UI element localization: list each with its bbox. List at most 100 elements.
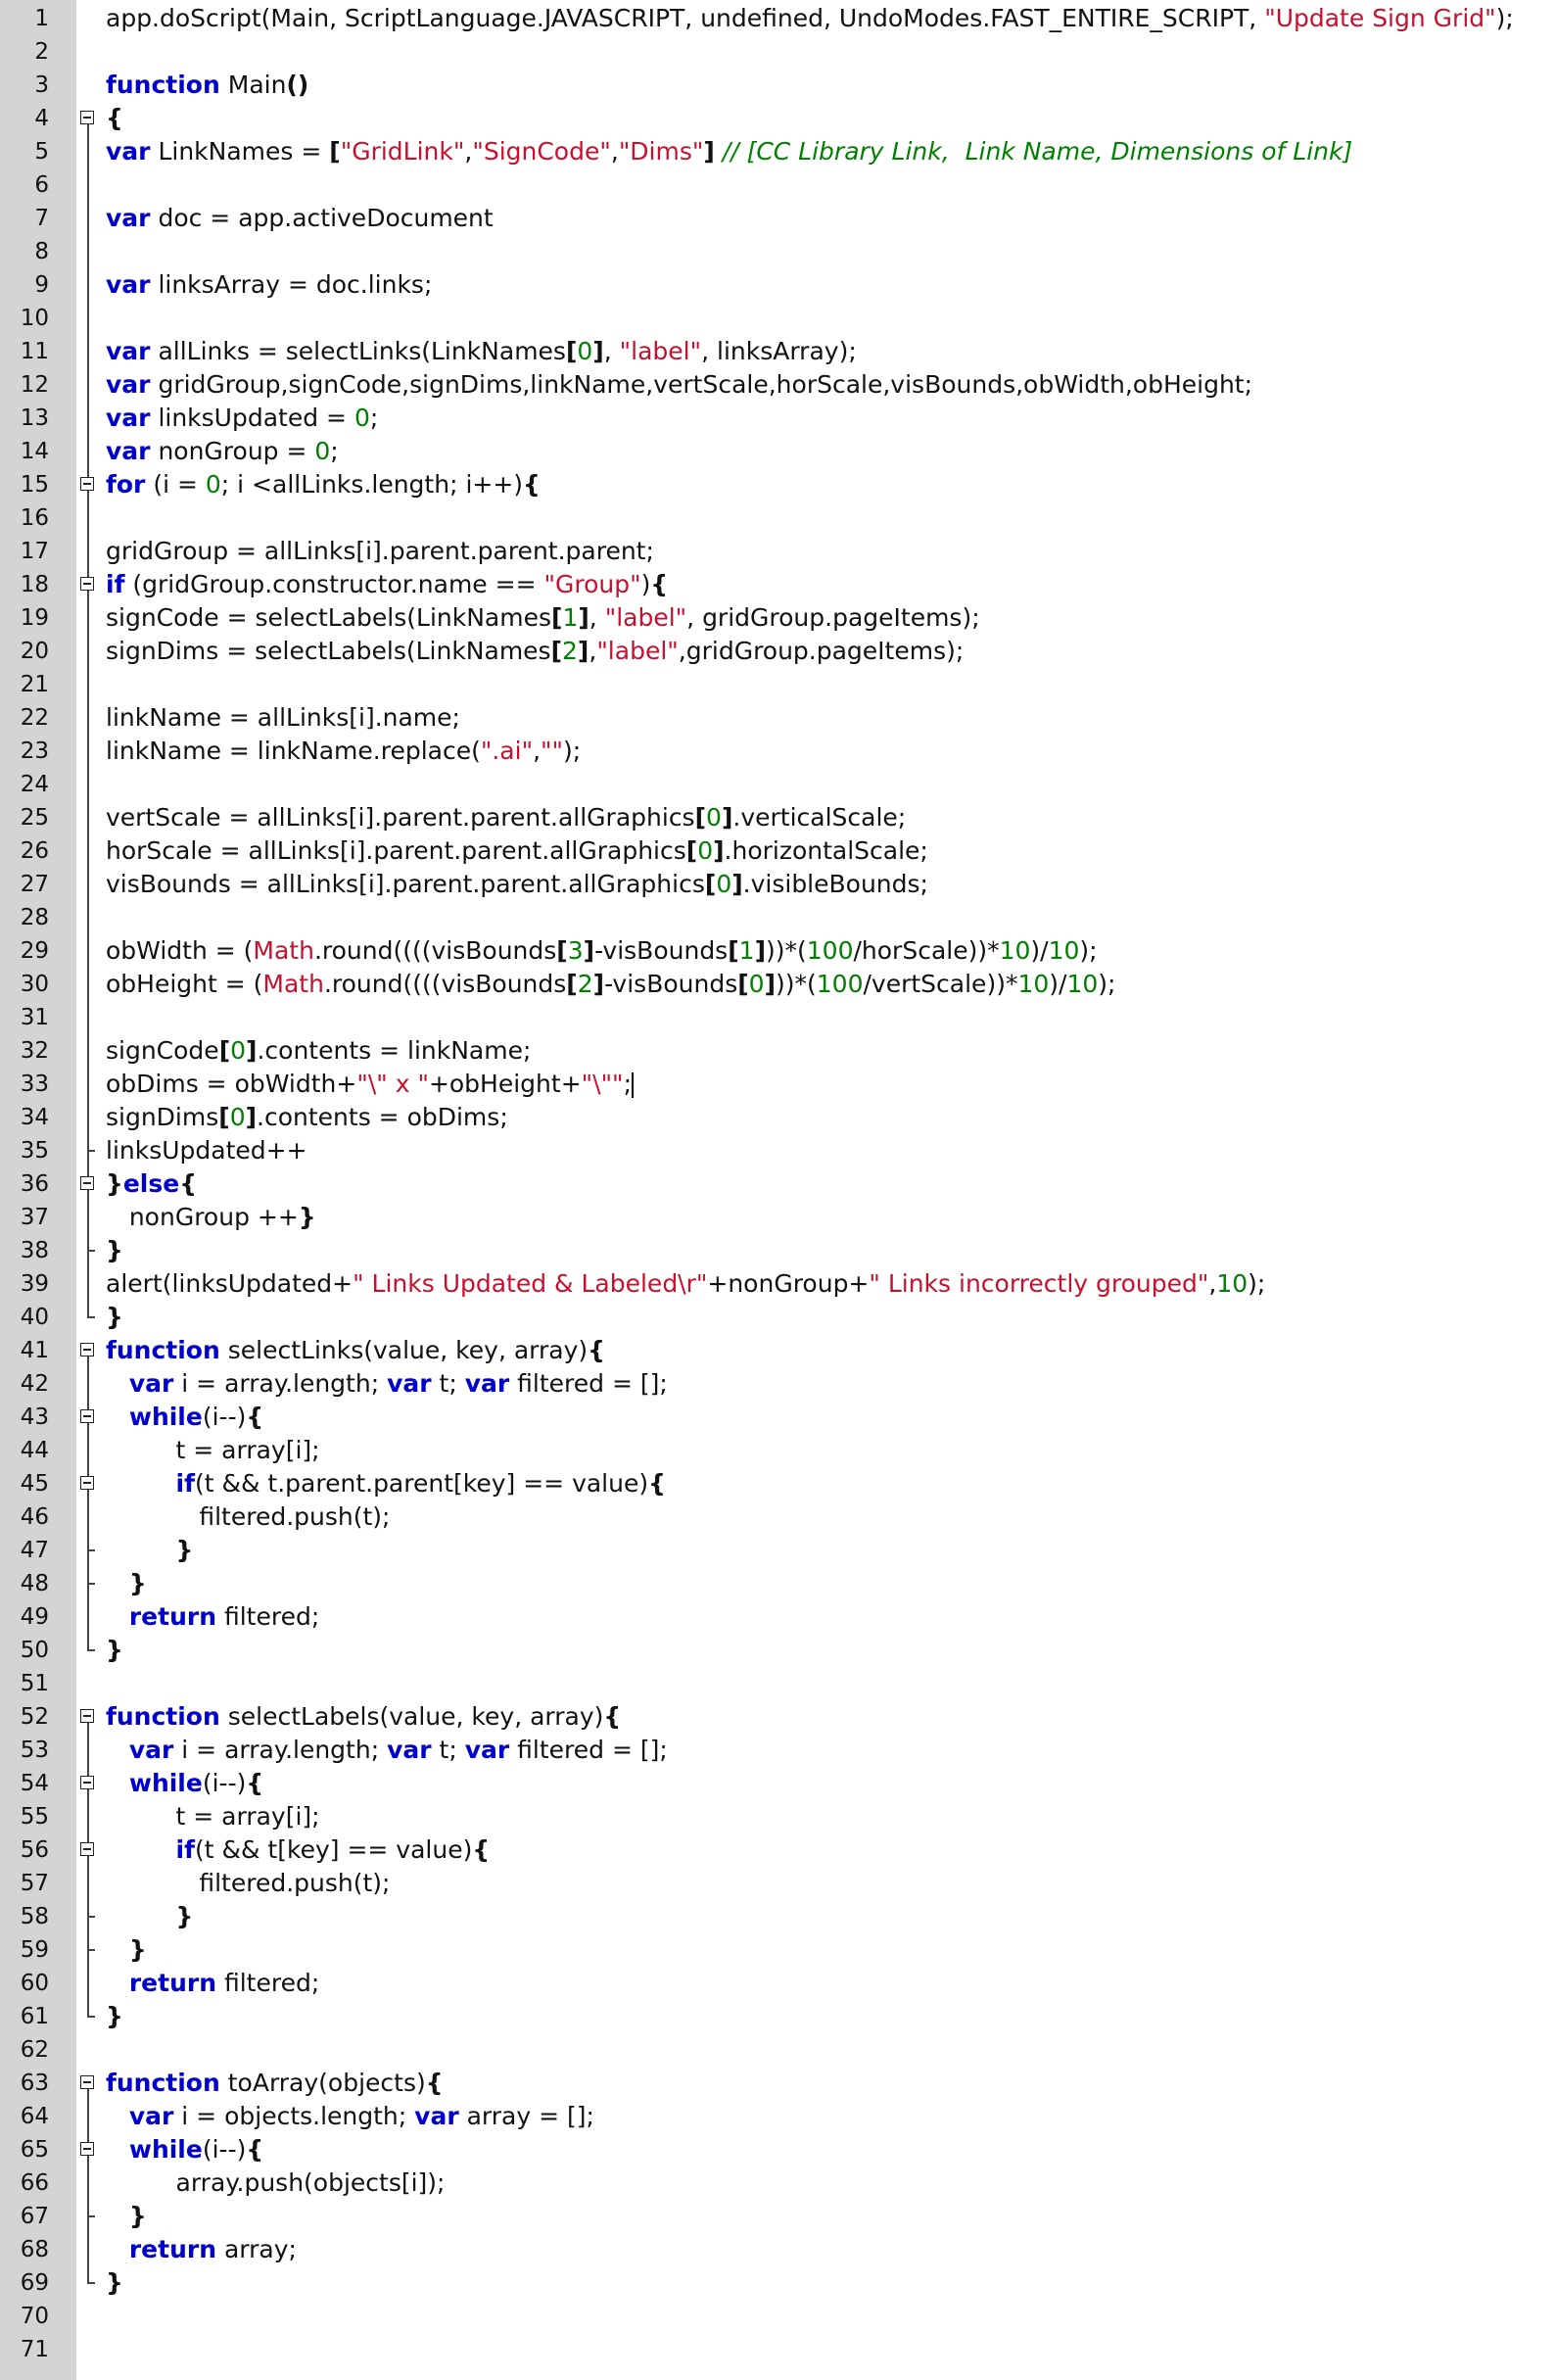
fold-toggle-icon[interactable]	[76, 468, 102, 501]
code-line[interactable]: 22 linkName = allLinks[i].name;	[0, 701, 1555, 735]
code-line[interactable]: 53 var i = array.length; var t; var filt…	[0, 1734, 1555, 1767]
code-line[interactable]: 63 function toArray(objects){	[0, 2067, 1555, 2100]
code-line[interactable]: 41 function selectLinks(value, key, array…	[0, 1334, 1555, 1367]
code-line[interactable]: 33 obDims = obWidth+"\" x "+obHeight+"\""…	[0, 1068, 1555, 1101]
line-number: 12	[20, 372, 49, 398]
code-line[interactable]: 30 obHeight = (Math.round((((visBounds[2]…	[0, 968, 1555, 1001]
code-line[interactable]: 59 }	[0, 1933, 1555, 1967]
code-line[interactable]: 7 var doc = app.activeDocument	[0, 202, 1555, 235]
code-line[interactable]: 10	[0, 302, 1555, 335]
code-line[interactable]: 27 visBounds = allLinks[i].parent.parent.…	[0, 868, 1555, 901]
fold-toggle-icon[interactable]	[76, 2067, 102, 2100]
fold-toggle-icon[interactable]	[76, 1767, 102, 1800]
code-line[interactable]: 60 return filtered;	[0, 1967, 1555, 2000]
code-line[interactable]: 70	[0, 2300, 1555, 2333]
fold-toggle-icon[interactable]	[76, 102, 102, 135]
code-line[interactable]: 13 var linksUpdated = 0;	[0, 402, 1555, 435]
code-line[interactable]: 16	[0, 501, 1555, 535]
code-line[interactable]: 15 for (i = 0; i <allLinks.length; i++){	[0, 468, 1555, 501]
code-line[interactable]: 66 array.push(objects[i]);	[0, 2166, 1555, 2200]
code-line[interactable]: 42 var i = array.length; var t; var filt…	[0, 1367, 1555, 1401]
code-line[interactable]: 54 while(i--){	[0, 1767, 1555, 1800]
code-line[interactable]: 46 filtered.push(t);	[0, 1500, 1555, 1534]
code-line[interactable]: 50}	[0, 1634, 1555, 1667]
code-line[interactable]: 45 if(t && t.parent.parent[key] == value…	[0, 1467, 1555, 1500]
code-line[interactable]: 8	[0, 235, 1555, 268]
code-line[interactable]: 20 signDims = selectLabels(LinkNames[2],"…	[0, 635, 1555, 668]
code-line[interactable]: 36}else{	[0, 1167, 1555, 1201]
code-line[interactable]: 25 vertScale = allLinks[i].parent.parent.…	[0, 801, 1555, 834]
code-line[interactable]: 17 gridGroup = allLinks[i].parent.parent.…	[0, 535, 1555, 568]
code-line[interactable]: 65 while(i--){	[0, 2133, 1555, 2166]
code-token: LinkNames =	[150, 137, 330, 166]
code-line[interactable]: 35 linksUpdated++	[0, 1134, 1555, 1167]
line-number: 37	[20, 1205, 49, 1230]
code-text: obHeight = (Math.round((((visBounds[2]-v…	[106, 968, 1115, 1001]
code-line[interactable]: 21	[0, 668, 1555, 701]
fold-toggle-icon[interactable]	[76, 568, 102, 601]
code-line[interactable]: 3 function Main()	[0, 69, 1555, 102]
number-token: 0	[577, 337, 593, 365]
fold-toggle-icon[interactable]	[76, 1167, 102, 1201]
code-line[interactable]: 23 linkName = linkName.replace(".ai","");	[0, 735, 1555, 768]
code-line[interactable]: 48 }	[0, 1567, 1555, 1600]
bracket-token: [	[556, 936, 568, 965]
code-line[interactable]: 62	[0, 2033, 1555, 2067]
fold-guide	[76, 1134, 102, 1167]
code-line[interactable]: 38}	[0, 1234, 1555, 1267]
code-line[interactable]: 51	[0, 1667, 1555, 1700]
fold-toggle-icon[interactable]	[76, 1334, 102, 1367]
code-line[interactable]: 39 alert(linksUpdated+" Links Updated & L…	[0, 1267, 1555, 1301]
code-line[interactable]: 4{	[0, 102, 1555, 135]
code-editor[interactable]: 1 app.doScript(Main, ScriptLanguage.JAVAS…	[0, 0, 1555, 2380]
fold-guide	[76, 868, 102, 901]
code-line[interactable]: 49 return filtered;	[0, 1600, 1555, 1634]
fold-toggle-icon[interactable]	[76, 2133, 102, 2166]
code-line[interactable]: 44 t = array[i];	[0, 1434, 1555, 1467]
number-token: 10	[1216, 1269, 1249, 1298]
code-line[interactable]: 57 filtered.push(t);	[0, 1867, 1555, 1900]
fold-toggle-icon[interactable]	[76, 1833, 102, 1867]
bracket-token: }	[106, 2268, 123, 2297]
code-token: t;	[431, 1736, 465, 1764]
code-line[interactable]: 58 }	[0, 1900, 1555, 1933]
code-line[interactable]: 61}	[0, 2000, 1555, 2033]
code-line[interactable]: 1 app.doScript(Main, ScriptLanguage.JAVAS…	[0, 2, 1555, 35]
code-line[interactable]: 19 signCode = selectLabels(LinkNames[1], …	[0, 601, 1555, 635]
code-line[interactable]: 43 while(i--){	[0, 1401, 1555, 1434]
code-line[interactable]: 37 nonGroup ++}	[0, 1201, 1555, 1234]
code-line[interactable]: 32 signCode[0].contents = linkName;	[0, 1034, 1555, 1068]
code-line[interactable]: 69}	[0, 2266, 1555, 2300]
keyword-token: var	[106, 204, 151, 232]
fold-toggle-icon[interactable]	[76, 1700, 102, 1734]
code-line[interactable]: 18 if (gridGroup.constructor.name == "Gro…	[0, 568, 1555, 601]
code-line[interactable]: 5 var LinkNames = ["GridLink","SignCode",…	[0, 135, 1555, 168]
code-line[interactable]: 6	[0, 168, 1555, 202]
code-line[interactable]: 24	[0, 768, 1555, 801]
bracket-token: {	[650, 570, 669, 598]
line-number: 67	[20, 2204, 49, 2229]
code-line[interactable]: 29 obWidth = (Math.round((((visBounds[3]-…	[0, 934, 1555, 968]
code-line[interactable]: 68 return array;	[0, 2233, 1555, 2266]
code-line[interactable]: 40}	[0, 1301, 1555, 1334]
code-line[interactable]: 56 if(t && t[key] == value){	[0, 1833, 1555, 1867]
fold-toggle-icon[interactable]	[76, 1401, 102, 1434]
fold-guide	[76, 1600, 102, 1634]
code-token: /vertScale))*	[863, 970, 1018, 998]
code-line[interactable]: 67 }	[0, 2200, 1555, 2233]
code-line[interactable]: 47 }	[0, 1534, 1555, 1567]
code-line[interactable]: 71	[0, 2333, 1555, 2366]
code-line[interactable]: 52 function selectLabels(value, key, arra…	[0, 1700, 1555, 1734]
code-line[interactable]: 31	[0, 1001, 1555, 1034]
code-line[interactable]: 34 signDims[0].contents = obDims;	[0, 1101, 1555, 1134]
code-line[interactable]: 14 var nonGroup = 0;	[0, 435, 1555, 468]
code-line[interactable]: 9 var linksArray = doc.links;	[0, 268, 1555, 302]
fold-toggle-icon[interactable]	[76, 1467, 102, 1500]
code-line[interactable]: 26 horScale = allLinks[i].parent.parent.a…	[0, 834, 1555, 868]
code-line[interactable]: 12 var gridGroup,signCode,signDims,linkNa…	[0, 368, 1555, 402]
code-line[interactable]: 28	[0, 901, 1555, 934]
code-line[interactable]: 64 var i = objects.length; var array = […	[0, 2100, 1555, 2133]
code-line[interactable]: 55 t = array[i];	[0, 1800, 1555, 1833]
code-line[interactable]: 11 var allLinks = selectLinks(LinkNames[0…	[0, 335, 1555, 368]
code-line[interactable]: 2	[0, 35, 1555, 69]
